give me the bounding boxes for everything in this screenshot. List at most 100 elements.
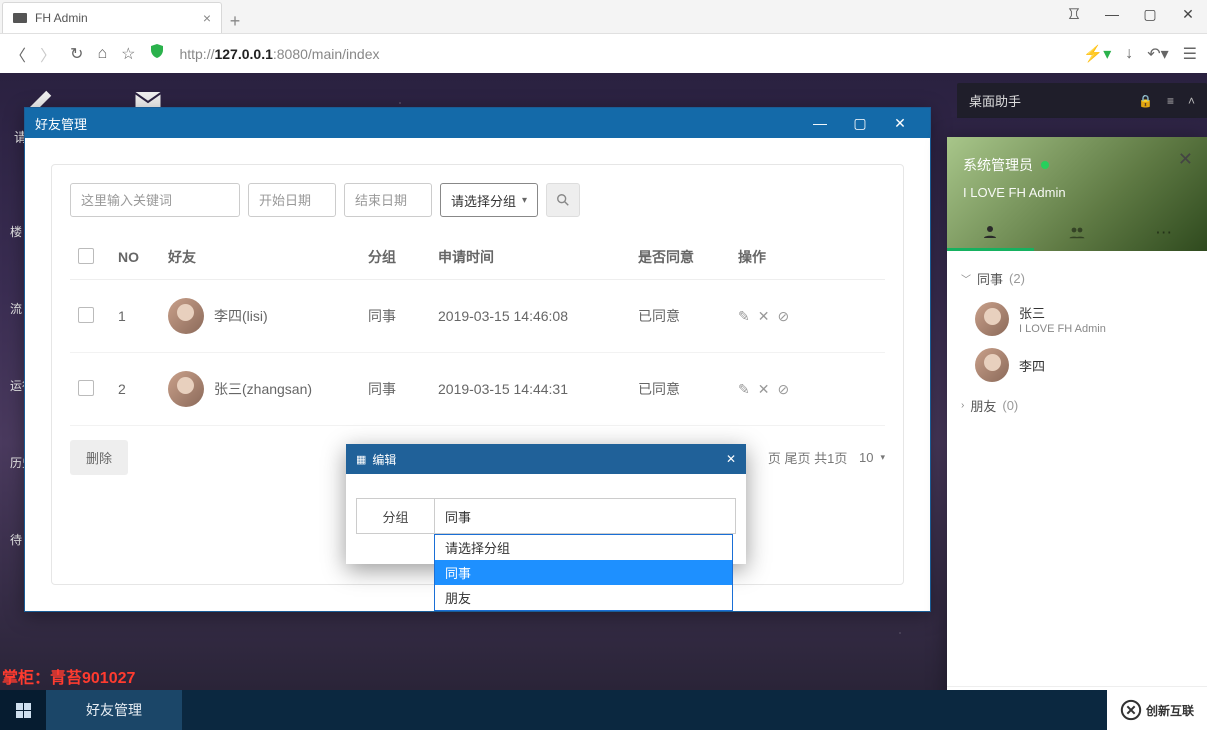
dropdown-option[interactable]: 请选择分组: [435, 535, 732, 560]
start-button[interactable]: [0, 690, 46, 730]
search-button[interactable]: [546, 183, 580, 217]
pager[interactable]: 页 尾页 共1页 10: [768, 448, 885, 467]
cell-group: 同事: [360, 280, 430, 353]
group-dropdown-list: 请选择分组 同事 朋友: [434, 534, 733, 611]
cell-time: 2019-03-15 14:44:31: [430, 353, 630, 426]
chevron-up-icon[interactable]: ˄: [1188, 94, 1195, 108]
desktop-helper-title: 桌面助手: [969, 91, 1021, 110]
new-tab-button[interactable]: +: [222, 9, 248, 33]
tab-close-icon[interactable]: ×: [203, 10, 211, 26]
nav-back-icon[interactable]: 〈: [10, 42, 26, 66]
contact-item[interactable]: 李四: [961, 342, 1193, 388]
chat-tab-contacts[interactable]: [947, 215, 1034, 251]
pager-text: 页 尾页 共1页: [768, 448, 847, 467]
forbid-icon[interactable]: ⊘: [777, 308, 789, 325]
window-titlebar[interactable]: 好友管理 — ▢ ✕: [25, 108, 930, 138]
desktop-helper-bar[interactable]: 桌面助手 🔒 ≡ ˄: [957, 83, 1207, 118]
cell-agree: 已同意: [630, 280, 730, 353]
status-online-icon: [1041, 161, 1049, 169]
browser-tab-bar: FH Admin × + — ▢ ✕: [0, 0, 1207, 33]
dialog-title: 编辑: [372, 451, 396, 468]
pager-size: 10: [859, 450, 873, 465]
group-select[interactable]: 请选择分组: [440, 183, 538, 217]
delete-button[interactable]: 删除: [70, 440, 128, 475]
col-agree: 是否同意: [630, 235, 730, 280]
menu-icon[interactable]: ☰: [1183, 44, 1197, 64]
edit-dialog: 编辑 ✕ 分组 同事 请选择分组 同事 朋友: [346, 444, 746, 564]
nav-favorite-icon[interactable]: ☆: [121, 44, 135, 64]
chat-tab-messages[interactable]: ⋯: [1120, 215, 1207, 251]
brand-icon: [1120, 699, 1142, 721]
nav-home-icon[interactable]: ⌂: [97, 45, 107, 63]
table-row: 1 李四(lisi) 同事 2019-03-15 14:46:08 已同意 ✎✕…: [70, 280, 885, 353]
windows-icon: [16, 703, 31, 718]
window-minimize-icon[interactable]: —: [1093, 0, 1131, 28]
cell-agree: 已同意: [630, 353, 730, 426]
col-friend: 好友: [160, 235, 360, 280]
chat-signature: I LOVE FH Admin: [963, 185, 1191, 200]
contact-name: 张三: [1019, 303, 1106, 322]
start-date-input[interactable]: [248, 183, 336, 217]
url-text[interactable]: http://127.0.0.1:8080/main/index: [179, 46, 1069, 62]
cell-time: 2019-03-15 14:46:08: [430, 280, 630, 353]
cell-no: 2: [110, 353, 160, 426]
col-no: NO: [110, 235, 160, 280]
keyword-input[interactable]: [70, 183, 240, 217]
check-all[interactable]: [78, 248, 94, 264]
chat-username: 系统管理员: [963, 155, 1033, 175]
contact-group-header[interactable]: ﹀同事(2): [961, 261, 1193, 296]
person-icon: [981, 223, 999, 241]
list-icon[interactable]: ≡: [1167, 94, 1174, 108]
forbid-icon[interactable]: ⊘: [777, 381, 789, 398]
window-controls: — ▢ ✕: [1055, 0, 1207, 28]
delete-icon[interactable]: ✕: [758, 308, 770, 325]
cell-friend: 张三(zhangsan): [214, 379, 312, 399]
browser-tab[interactable]: FH Admin ×: [2, 2, 222, 33]
tab-favicon: [13, 13, 27, 23]
window-close-icon[interactable]: ✕: [880, 115, 920, 132]
owner-watermark: 掌柜：青苔901027: [2, 664, 135, 688]
dialog-close-icon[interactable]: ✕: [726, 452, 736, 466]
field-label-group: 分组: [357, 499, 435, 533]
chat-header: ✕ 系统管理员 I LOVE FH Admin ⋯: [947, 137, 1207, 251]
group-dropdown[interactable]: 同事: [435, 499, 735, 533]
download-icon[interactable]: ↓: [1125, 45, 1133, 63]
chat-close-icon[interactable]: ✕: [1178, 149, 1193, 170]
search-icon: [556, 193, 570, 207]
address-bar: 〈 〉 ↻ ⌂ ☆ http://127.0.0.1:8080/main/ind…: [0, 33, 1207, 73]
chat-panel: ✕ 系统管理员 I LOVE FH Admin ⋯ ﹀同事(2) 张三I LOV…: [947, 137, 1207, 730]
browser-chrome: FH Admin × + — ▢ ✕ 〈 〉 ↻ ⌂ ☆ http://127.…: [0, 0, 1207, 73]
window-pin-icon[interactable]: [1055, 0, 1093, 28]
avatar: [168, 298, 204, 334]
lock-icon[interactable]: 🔒: [1138, 94, 1153, 108]
col-group: 分组: [360, 235, 430, 280]
contact-group-header[interactable]: ›朋友(0): [961, 388, 1193, 423]
end-date-input[interactable]: [344, 183, 432, 217]
window-title: 好友管理: [35, 114, 87, 133]
window-close-icon[interactable]: ✕: [1169, 0, 1207, 28]
avatar: [975, 302, 1009, 336]
dropdown-option[interactable]: 同事: [435, 560, 732, 585]
window-minimize-icon[interactable]: —: [800, 115, 840, 131]
nav-forward-icon[interactable]: 〉: [40, 42, 56, 66]
bolt-icon[interactable]: ⚡▾: [1083, 44, 1111, 64]
row-checkbox[interactable]: [78, 307, 94, 323]
window-maximize-icon[interactable]: ▢: [840, 115, 880, 132]
taskbar-item[interactable]: 好友管理: [46, 690, 182, 730]
delete-icon[interactable]: ✕: [758, 381, 770, 398]
dropdown-option[interactable]: 朋友: [435, 585, 732, 610]
contact-item[interactable]: 张三I LOVE FH Admin: [961, 296, 1193, 342]
window-maximize-icon[interactable]: ▢: [1131, 0, 1169, 28]
brand-watermark: 创新互联: [1107, 690, 1207, 730]
edit-icon[interactable]: ✎: [738, 381, 750, 398]
undo-icon[interactable]: ↶▾: [1147, 44, 1168, 64]
tab-title: FH Admin: [35, 11, 203, 25]
edit-icon[interactable]: ✎: [738, 308, 750, 325]
dialog-titlebar[interactable]: 编辑 ✕: [346, 444, 746, 474]
chat-tab-groups[interactable]: [1034, 215, 1121, 251]
chevron-down-icon: ﹀: [961, 271, 971, 286]
row-checkbox[interactable]: [78, 380, 94, 396]
chevron-right-icon: ›: [961, 400, 964, 411]
col-time: 申请时间: [430, 235, 630, 280]
nav-reload-icon[interactable]: ↻: [70, 44, 83, 64]
